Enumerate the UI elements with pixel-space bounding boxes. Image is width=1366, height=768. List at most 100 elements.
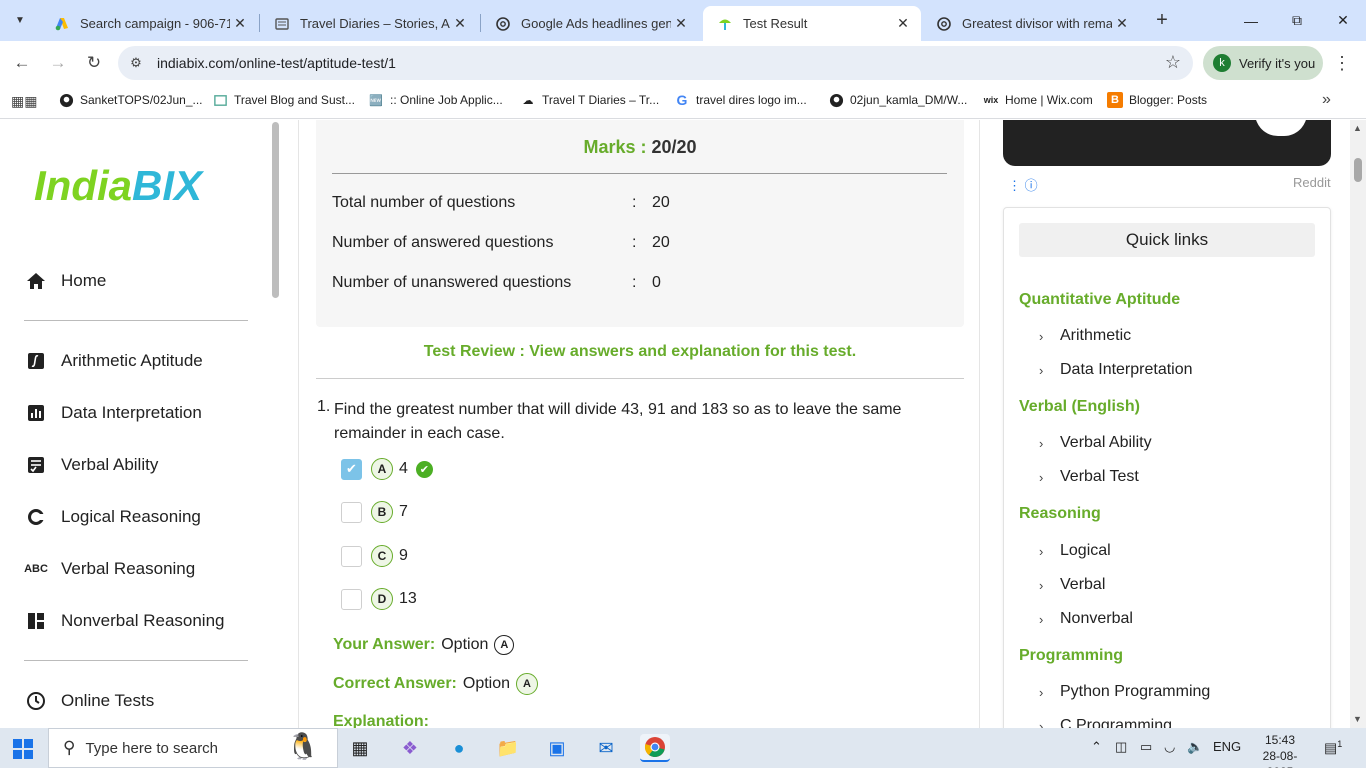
option-b[interactable]: B 7 — [341, 500, 408, 524]
your-answer-label: Your Answer: — [333, 636, 436, 653]
page-scroll-thumb[interactable] — [1354, 158, 1362, 182]
new-tab-button[interactable]: + — [1150, 8, 1174, 32]
browser-menu-icon[interactable]: ⋮ — [1333, 51, 1351, 75]
quick-links-category[interactable]: Reasoning — [1019, 505, 1101, 523]
wifi-icon[interactable]: ◡ — [1164, 739, 1175, 755]
sidebar-item-verbal-ability[interactable]: Verbal Ability — [24, 453, 158, 477]
language-indicator[interactable]: ENG — [1213, 739, 1241, 754]
ad-info-icon[interactable]: ⋮ ⓘ — [1008, 175, 1038, 194]
chrome-icon[interactable] — [640, 734, 670, 762]
ad-banner[interactable] — [1003, 120, 1331, 166]
quick-links-category[interactable]: Verbal (English) — [1019, 398, 1140, 416]
close-tab-icon[interactable]: ✕ — [230, 14, 250, 34]
sidebar-scrollbar[interactable] — [272, 120, 280, 728]
tab-search-chevron-icon[interactable]: ▼ — [8, 8, 32, 32]
github-icon — [828, 92, 844, 108]
chevron-right-icon: › — [1039, 718, 1044, 729]
bookmark-item[interactable]: 🆕:: Online Job Applic... — [368, 92, 503, 108]
address-bar[interactable]: ⚙ indiabix.com/online-test/aptitude-test… — [118, 46, 1193, 80]
bookmark-star-icon[interactable]: ☆ — [1165, 52, 1181, 73]
tab-test-result[interactable]: Test Result ✕ — [703, 6, 921, 41]
sidebar-item-nonverbal-reasoning[interactable]: Nonverbal Reasoning — [24, 609, 225, 633]
option-checkbox[interactable] — [341, 501, 362, 523]
store-icon[interactable]: ▣ — [542, 734, 572, 762]
your-answer-letter: A — [494, 635, 515, 655]
sidebar-item-online-tests[interactable]: Online Tests — [24, 689, 154, 713]
tab-google-ads-headlines[interactable]: Google Ads headlines gener ✕ — [481, 6, 699, 41]
edge-icon[interactable]: ● — [444, 734, 474, 762]
tab-travel-diaries[interactable]: Travel Diaries – Stories, Adve ✕ — [260, 6, 478, 41]
sidebar-item-logical-reasoning[interactable]: Logical Reasoning — [24, 505, 201, 529]
volume-icon[interactable]: 🔈 — [1187, 739, 1203, 755]
bookmark-item[interactable]: B Blogger: Posts — [1107, 92, 1207, 108]
bookmark-item[interactable]: wix Home | Wix.com — [983, 92, 1093, 108]
site-info-icon[interactable]: ⚙ — [126, 53, 146, 73]
sidebar-item-arithmetic-aptitude[interactable]: Arithmetic Aptitude — [24, 349, 203, 373]
bell-icon: 🆕 — [369, 94, 383, 107]
blogger-icon: B — [1107, 92, 1123, 108]
sidebar-scroll-thumb[interactable] — [272, 122, 279, 298]
restore-icon[interactable]: ⧉ — [1274, 0, 1320, 41]
quick-link-verbal-test[interactable]: › Verbal Test — [1039, 468, 1139, 486]
verify-profile-button[interactable]: k Verify it's you — [1203, 46, 1323, 80]
integral-icon — [24, 349, 48, 373]
battery-icon[interactable]: ▭ — [1140, 739, 1152, 755]
sidebar-item-home[interactable]: Home — [24, 269, 106, 293]
close-window-icon[interactable]: ✕ — [1320, 0, 1366, 41]
forward-arrow-icon[interactable]: → — [46, 51, 70, 75]
bookmark-item[interactable]: ☁ Travel T Diaries – Tr... — [520, 92, 660, 108]
url-text[interactable]: indiabix.com/online-test/aptitude-test/1 — [157, 55, 396, 71]
back-arrow-icon[interactable]: ← — [10, 51, 34, 75]
option-checkbox[interactable] — [341, 545, 362, 567]
taskbar-clock[interactable]: 15:43 28-08-2025 — [1250, 732, 1310, 768]
tab-search-campaign[interactable]: Search campaign - 906-717- ✕ — [40, 6, 258, 41]
bookmark-item[interactable]: 02jun_kamla_DM/W... — [828, 92, 967, 108]
summary-value: 0 — [652, 274, 661, 291]
sidebar-item-data-interpretation[interactable]: Data Interpretation — [24, 401, 202, 425]
reload-icon[interactable]: ↻ — [82, 51, 106, 75]
tab-greatest-divisor[interactable]: Greatest divisor with remain ✕ — [922, 6, 1140, 41]
close-tab-icon[interactable]: ✕ — [671, 14, 691, 34]
close-tab-icon[interactable]: ✕ — [893, 14, 913, 34]
more-bookmarks-icon[interactable]: » — [1322, 91, 1331, 109]
quick-link-verbal-ability[interactable]: › Verbal Ability — [1039, 434, 1152, 452]
scroll-down-icon[interactable]: ▼ — [1353, 714, 1362, 724]
scroll-up-icon[interactable]: ▲ — [1353, 123, 1362, 133]
apps-grid-icon[interactable]: ▦▦ — [11, 93, 37, 110]
quick-link-python-programming[interactable]: › Python Programming — [1039, 683, 1210, 701]
windows-start-icon[interactable] — [13, 739, 33, 759]
bookmark-label: Travel T Diaries – Tr... — [542, 93, 660, 107]
bookmark-label: Blogger: Posts — [1129, 93, 1208, 107]
quick-links-category[interactable]: Programming — [1019, 647, 1123, 665]
test-review-link[interactable]: Test Review : View answers and explanati… — [316, 343, 964, 361]
option-checkbox[interactable] — [341, 588, 362, 610]
option-d[interactable]: D 13 — [341, 587, 417, 611]
notifications-icon[interactable]: ▤1 — [1324, 739, 1342, 757]
taskbar-search-box[interactable]: ⚲ Type here to search 🐧 — [48, 728, 338, 768]
task-view-icon[interactable]: ▦ — [345, 734, 375, 762]
outlook-icon[interactable]: ✉ — [591, 734, 621, 762]
page-scrollbar[interactable]: ▲ ▼ — [1350, 120, 1366, 728]
minimize-icon[interactable]: — — [1228, 0, 1274, 41]
close-tab-icon[interactable]: ✕ — [1112, 14, 1132, 34]
indiabix-logo[interactable]: IndiaBIX — [34, 162, 202, 210]
copilot-icon[interactable]: ❖ — [395, 734, 425, 762]
quick-link-logical[interactable]: › Logical — [1039, 542, 1111, 560]
quick-link-verbal[interactable]: › Verbal — [1039, 576, 1105, 594]
close-tab-icon[interactable]: ✕ — [450, 14, 470, 34]
file-explorer-icon[interactable]: 📁 — [493, 734, 523, 762]
option-c[interactable]: C 9 — [341, 544, 408, 568]
bookmark-item[interactable]: Travel Blog and Sust... — [212, 92, 355, 108]
option-a[interactable]: ✔ A 4 ✔ — [341, 457, 433, 481]
show-hidden-icons[interactable]: ⌃ — [1091, 739, 1102, 755]
sidebar-item-verbal-reasoning[interactable]: ABC Verbal Reasoning — [24, 557, 195, 581]
quick-link-c-programming[interactable]: › C Programming — [1039, 717, 1172, 728]
bookmark-item[interactable]: Gtravel dires logo im... — [674, 92, 807, 108]
quick-link-nonverbal[interactable]: › Nonverbal — [1039, 610, 1133, 628]
quick-link-arithmetic[interactable]: › Arithmetic — [1039, 327, 1131, 345]
bookmark-item[interactable]: SanketTOPS/02Jun_... — [58, 92, 203, 108]
option-checkbox[interactable]: ✔ — [341, 458, 362, 480]
quick-links-category[interactable]: Quantitative Aptitude — [1019, 291, 1180, 309]
quick-link-data-interpretation[interactable]: › Data Interpretation — [1039, 361, 1193, 379]
meet-now-icon[interactable]: ◫ — [1115, 739, 1127, 755]
